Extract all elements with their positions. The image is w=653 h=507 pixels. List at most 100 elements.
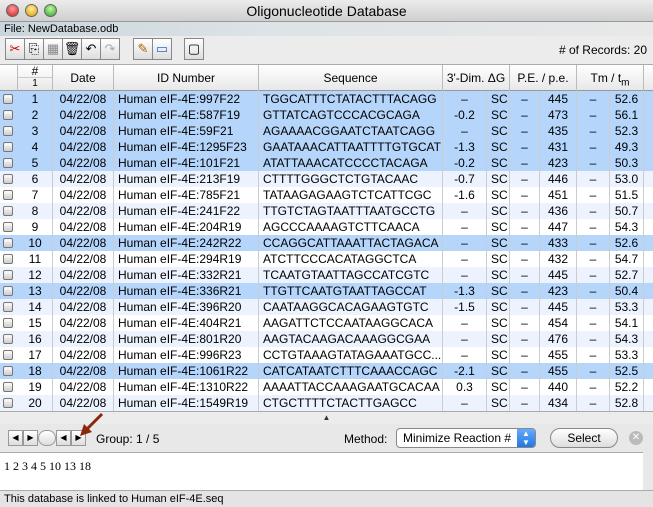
row-checkbox[interactable]	[3, 206, 13, 216]
cut-button[interactable]: ✂	[5, 38, 25, 60]
header-date[interactable]: Date	[53, 65, 114, 91]
row-checkbox[interactable]	[3, 270, 13, 280]
row-checkbox[interactable]	[3, 94, 13, 104]
table-row[interactable]: 9 04/22/08 Human eIF-4E:204R19 AGCCCAAAAGTC…	[0, 219, 653, 235]
cell-date: 04/22/08	[53, 187, 114, 203]
header-number[interactable]: #1	[18, 65, 53, 91]
selection-text[interactable]: 1 2 3 4 5 10 13 18	[0, 452, 643, 490]
row-checkbox[interactable]	[3, 302, 13, 312]
cell-id: Human eIF-4E:241F22	[114, 203, 259, 219]
table-row[interactable]: 1 04/22/08 Human eIF-4E:997F22 TGGCATTTCTAT…	[0, 91, 653, 107]
row-checkbox[interactable]	[3, 318, 13, 328]
cell-n: 4	[18, 139, 53, 155]
cell-seq: GAATAAACATTAATTTTGTGCAT	[259, 139, 443, 155]
cell-pev: 436	[540, 203, 577, 219]
trash-button[interactable]: 🗑	[62, 38, 82, 60]
table-row[interactable]: 15 04/22/08 Human eIF-4E:404R21 AAGATTCTCCA…	[0, 315, 653, 331]
cell-tm: –	[577, 235, 610, 251]
row-checkbox[interactable]	[3, 222, 13, 232]
table-row[interactable]: 16 04/22/08 Human eIF-4E:801R20 AAGTACAAGAC…	[0, 331, 653, 347]
clear-icon[interactable]: ✕	[629, 431, 643, 445]
table-row[interactable]: 11 04/22/08 Human eIF-4E:294R19 ATCTTCCCACA…	[0, 251, 653, 267]
checkbox-button[interactable]: ▢	[184, 38, 204, 60]
table-row[interactable]: 8 04/22/08 Human eIF-4E:241F22 TTGTCTAGTAAT…	[0, 203, 653, 219]
first-button[interactable]: ◀	[8, 430, 23, 446]
cell-pe: –	[510, 299, 540, 315]
row-checkbox[interactable]	[3, 174, 13, 184]
paste-button[interactable]: ▦	[43, 38, 63, 60]
table-row[interactable]: 3 04/22/08 Human eIF-4E:59F21 AGAAAACGGAATC…	[0, 123, 653, 139]
row-checkbox[interactable]	[3, 190, 13, 200]
row-checkbox[interactable]	[3, 286, 13, 296]
cell-sc: SC	[487, 139, 510, 155]
table-row[interactable]: 13 04/22/08 Human eIF-4E:336R21 TTGTTCAATGT…	[0, 283, 653, 299]
row-checkbox[interactable]	[3, 110, 13, 120]
row-checkbox[interactable]	[3, 126, 13, 136]
cell-tm: –	[577, 155, 610, 171]
cell-id: Human eIF-4E:59F21	[114, 123, 259, 139]
header-tm[interactable]: Tm / tm	[577, 65, 644, 91]
table-row[interactable]: 7 04/22/08 Human eIF-4E:785F21 TATAAGAGAAGT…	[0, 187, 653, 203]
slider-thumb[interactable]	[38, 430, 56, 446]
window-button[interactable]: ▭	[152, 38, 172, 60]
row-checkbox[interactable]	[3, 142, 13, 152]
prev-button[interactable]: ▶	[23, 430, 38, 446]
table-row[interactable]: 4 04/22/08 Human eIF-4E:1295F23 GAATAAACATT…	[0, 139, 653, 155]
cell-tm: –	[577, 107, 610, 123]
edit-button[interactable]: ✎	[133, 38, 153, 60]
cell-pev: 445	[540, 91, 577, 107]
row-checkbox[interactable]	[3, 334, 13, 344]
cell-id: Human eIF-4E:101F21	[114, 155, 259, 171]
minimize-window-button[interactable]	[25, 4, 38, 17]
close-window-button[interactable]	[6, 4, 19, 17]
cell-pev: 454	[540, 315, 577, 331]
cell-seq: GTTATCAGTCCCACGCAGA	[259, 107, 443, 123]
method-select[interactable]: Minimize Reaction # ▲ ▼	[396, 428, 536, 448]
header-id[interactable]: ID Number	[114, 65, 259, 91]
copy-button[interactable]: ⎘	[24, 38, 44, 60]
table-row[interactable]: 6 04/22/08 Human eIF-4E:213F19 CTTTTGGGCTCT…	[0, 171, 653, 187]
cell-tmv: 53.0	[610, 171, 644, 187]
table-row[interactable]: 14 04/22/08 Human eIF-4E:396R20 CAATAAGGCAC…	[0, 299, 653, 315]
header-dimer[interactable]: 3'-Dim. ΔG	[443, 65, 510, 91]
row-checkbox[interactable]	[3, 382, 13, 392]
cell-n: 6	[18, 171, 53, 187]
table-row[interactable]: 18 04/22/08 Human eIF-4E:1061R22 CATCATAATC…	[0, 363, 653, 379]
cell-pev: 435	[540, 123, 577, 139]
cell-tm: –	[577, 203, 610, 219]
row-checkbox[interactable]	[3, 238, 13, 248]
row-checkbox[interactable]	[3, 366, 13, 376]
undo-button[interactable]: ↶	[81, 38, 101, 60]
table-row[interactable]: 12 04/22/08 Human eIF-4E:332R21 TCAATGTAATT…	[0, 267, 653, 283]
row-checkbox[interactable]	[3, 350, 13, 360]
table-row[interactable]: 20 04/22/08 Human eIF-4E:1549R19 CTGCTTTTCT…	[0, 395, 653, 411]
cell-tmv: 56.1	[610, 107, 644, 123]
table-header: #1 Date ID Number Sequence 3'-Dim. ΔG P.…	[0, 65, 653, 91]
table-row[interactable]: 2 04/22/08 Human eIF-4E:587F19 GTTATCAGTCCC…	[0, 107, 653, 123]
cell-n: 9	[18, 219, 53, 235]
select-button[interactable]: Select	[550, 428, 618, 448]
header-sequence[interactable]: Sequence	[259, 65, 443, 91]
cell-date: 04/22/08	[53, 315, 114, 331]
table-row[interactable]: 19 04/22/08 Human eIF-4E:1310R22 AAAATTACCA…	[0, 379, 653, 395]
cell-dg: –	[443, 315, 487, 331]
cell-tm: –	[577, 139, 610, 155]
cell-pev: 476	[540, 331, 577, 347]
row-checkbox[interactable]	[3, 398, 13, 408]
cell-dg: –	[443, 235, 487, 251]
cell-seq: TTGTTCAATGTAATTAGCCAT	[259, 283, 443, 299]
table-row[interactable]: 17 04/22/08 Human eIF-4E:996R23 CCTGTAAAGTA…	[0, 347, 653, 363]
row-checkbox[interactable]	[3, 158, 13, 168]
cell-n: 2	[18, 107, 53, 123]
row-checkbox[interactable]	[3, 254, 13, 264]
cell-tm: –	[577, 315, 610, 331]
table-row[interactable]: 5 04/22/08 Human eIF-4E:101F21 ATATTAAACATC…	[0, 155, 653, 171]
zoom-window-button[interactable]	[44, 4, 57, 17]
cell-pev: 432	[540, 251, 577, 267]
redo-button[interactable]: ↷	[100, 38, 120, 60]
table-row[interactable]: 10 04/22/08 Human eIF-4E:242R22 CCAGGCATTAA…	[0, 235, 653, 251]
cell-dg: -0.7	[443, 171, 487, 187]
cell-pe: –	[510, 107, 540, 123]
back-button[interactable]: ◀	[56, 430, 71, 446]
header-pe[interactable]: P.E. / p.e.	[510, 65, 577, 91]
